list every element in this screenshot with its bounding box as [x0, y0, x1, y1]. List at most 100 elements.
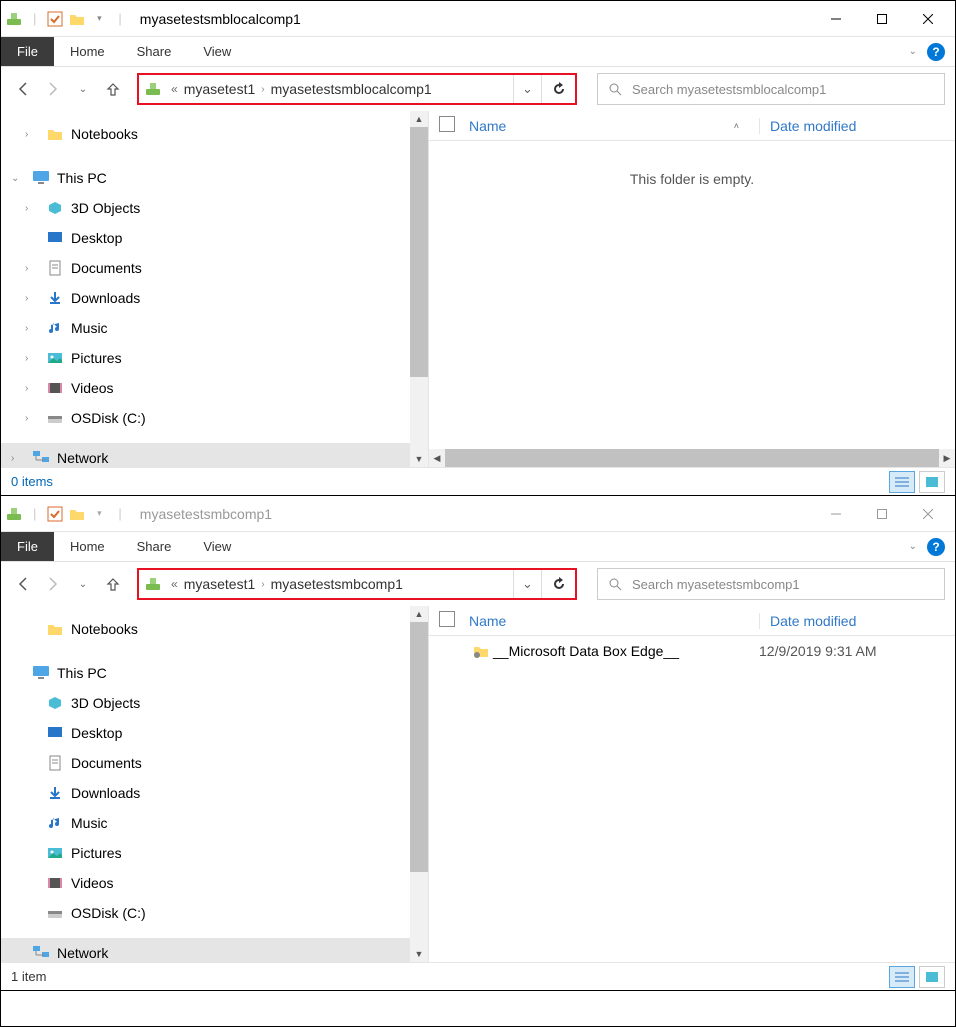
recent-dropdown-icon[interactable]: ⌄: [71, 572, 95, 596]
tree-osdisk[interactable]: OSDisk (C:): [1, 898, 428, 928]
tree-3dobjects[interactable]: ›3D Objects: [1, 193, 428, 223]
close-button[interactable]: [905, 499, 951, 529]
ribbon-expand-icon[interactable]: ⌄: [909, 46, 917, 57]
status-bar: 0 items: [1, 467, 955, 495]
tree-desktop[interactable]: Desktop: [1, 718, 428, 748]
folder-icon[interactable]: [68, 10, 86, 28]
search-icon: [608, 577, 622, 591]
search-input[interactable]: Search myasetestsmblocalcomp1: [597, 73, 945, 105]
select-all-checkbox[interactable]: [439, 611, 455, 627]
tree-notebooks[interactable]: Notebooks: [1, 614, 428, 644]
chevron-right-icon[interactable]: ›: [261, 84, 264, 95]
folder-icon[interactable]: [68, 505, 86, 523]
network-drive-icon: [5, 505, 23, 523]
title-bar: | ▾ | myasetestsmblocalcomp1: [1, 1, 955, 37]
maximize-button[interactable]: [859, 499, 905, 529]
address-bar[interactable]: « myasetest1 › myasetestsmblocalcomp1 ⌄: [137, 73, 577, 105]
window-title: myasetestsmblocalcomp1: [140, 11, 301, 27]
tree-network[interactable]: Network: [1, 938, 428, 962]
tab-share[interactable]: Share: [121, 532, 188, 561]
tab-home[interactable]: Home: [54, 37, 121, 66]
up-button[interactable]: [101, 77, 125, 101]
list-item[interactable]: __Microsoft Data Box Edge__ 12/9/2019 9:…: [429, 636, 955, 666]
tab-view[interactable]: View: [187, 532, 247, 561]
thumbnail-view-button[interactable]: [919, 966, 945, 988]
help-icon[interactable]: ?: [927, 43, 945, 61]
network-drive-icon: [139, 81, 167, 97]
checkmark-icon[interactable]: [46, 10, 64, 28]
column-date[interactable]: Date modified: [759, 118, 955, 134]
chevron-right-icon[interactable]: ›: [261, 579, 264, 590]
tree-documents[interactable]: ›Documents: [1, 253, 428, 283]
recent-dropdown-icon[interactable]: ⌄: [71, 77, 95, 101]
ribbon-expand-icon[interactable]: ⌄: [909, 541, 917, 552]
tree-notebooks[interactable]: ›Notebooks: [1, 119, 428, 149]
qat-dropdown-icon[interactable]: ▾: [90, 505, 108, 523]
refresh-button[interactable]: [541, 75, 575, 103]
sidebar-scrollbar[interactable]: ▲ ▼: [410, 111, 428, 467]
address-bar[interactable]: « myasetest1 › myasetestsmbcomp1 ⌄: [137, 568, 577, 600]
breadcrumb-parent[interactable]: myasetest1: [184, 576, 256, 592]
address-dropdown-icon[interactable]: ⌄: [513, 75, 541, 103]
help-icon[interactable]: ?: [927, 538, 945, 556]
forward-button[interactable]: [41, 572, 65, 596]
tree-desktop[interactable]: Desktop: [1, 223, 428, 253]
tab-view[interactable]: View: [187, 37, 247, 66]
breadcrumb-current[interactable]: myasetestsmblocalcomp1: [271, 81, 432, 97]
column-name[interactable]: Name˄: [469, 118, 759, 134]
tree-thispc[interactable]: ⌄This PC: [1, 163, 428, 193]
tree-documents[interactable]: Documents: [1, 748, 428, 778]
sidebar-scrollbar[interactable]: ▲ ▼: [410, 606, 428, 962]
tree-3dobjects[interactable]: 3D Objects: [1, 688, 428, 718]
content-h-scrollbar[interactable]: ◀▶: [429, 449, 955, 467]
search-input[interactable]: Search myasetestsmbcomp1: [597, 568, 945, 600]
tree-videos[interactable]: Videos: [1, 868, 428, 898]
close-button[interactable]: [905, 4, 951, 34]
navigation-bar: ⌄ « myasetest1 › myasetestsmblocalcomp1 …: [1, 67, 955, 111]
refresh-button[interactable]: [541, 570, 575, 598]
column-name[interactable]: Name: [469, 613, 759, 629]
details-view-button[interactable]: [889, 966, 915, 988]
address-dropdown-icon[interactable]: ⌄: [513, 570, 541, 598]
details-view-button[interactable]: [889, 471, 915, 493]
tree-downloads[interactable]: ›Downloads: [1, 283, 428, 313]
tree-pictures[interactable]: Pictures: [1, 838, 428, 868]
title-bar: | ▾ | myasetestsmbcomp1: [1, 496, 955, 532]
navigation-bar: ⌄ « myasetest1 › myasetestsmbcomp1 ⌄ Sea…: [1, 562, 955, 606]
tab-home[interactable]: Home: [54, 532, 121, 561]
tree-videos[interactable]: ›Videos: [1, 373, 428, 403]
file-menu[interactable]: File: [1, 532, 54, 561]
maximize-button[interactable]: [859, 4, 905, 34]
tab-share[interactable]: Share: [121, 37, 188, 66]
checkmark-icon[interactable]: [46, 505, 64, 523]
ribbon-bar: File Home Share View ⌄ ?: [1, 532, 955, 562]
tree-network[interactable]: ›Network: [1, 443, 428, 467]
pinned-folder-icon: [469, 643, 493, 659]
back-button[interactable]: [11, 572, 35, 596]
status-text: 0 items: [11, 474, 53, 489]
tree-downloads[interactable]: Downloads: [1, 778, 428, 808]
minimize-button[interactable]: [813, 499, 859, 529]
tree-osdisk[interactable]: ›OSDisk (C:): [1, 403, 428, 433]
up-button[interactable]: [101, 572, 125, 596]
thumbnail-view-button[interactable]: [919, 471, 945, 493]
search-icon: [608, 82, 622, 96]
column-date[interactable]: Date modified: [759, 613, 955, 629]
item-name: __Microsoft Data Box Edge__: [493, 643, 759, 659]
forward-button[interactable]: [41, 77, 65, 101]
breadcrumb-current[interactable]: myasetestsmbcomp1: [271, 576, 403, 592]
back-button[interactable]: [11, 77, 35, 101]
breadcrumb-parent[interactable]: myasetest1: [184, 81, 256, 97]
file-menu[interactable]: File: [1, 37, 54, 66]
tree-music[interactable]: Music: [1, 808, 428, 838]
tree-pictures[interactable]: ›Pictures: [1, 343, 428, 373]
tree-music[interactable]: ›Music: [1, 313, 428, 343]
tree-thispc[interactable]: This PC: [1, 658, 428, 688]
ribbon-bar: File Home Share View ⌄ ?: [1, 37, 955, 67]
select-all-checkbox[interactable]: [439, 116, 455, 132]
qat-dropdown-icon[interactable]: ▾: [90, 10, 108, 28]
content-pane: Name Date modified __Microsoft Data Box …: [429, 606, 955, 962]
content-pane: Name˄ Date modified This folder is empty…: [429, 111, 955, 467]
network-drive-icon: [5, 10, 23, 28]
minimize-button[interactable]: [813, 4, 859, 34]
